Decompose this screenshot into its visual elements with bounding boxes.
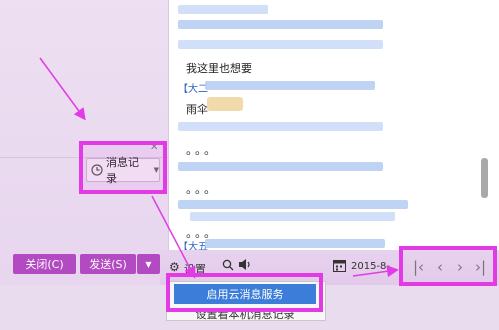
arrow-to-navigation xyxy=(352,265,399,278)
arrow-to-history xyxy=(39,57,86,121)
arrow-to-popup xyxy=(151,195,196,279)
annotation-arrows xyxy=(39,57,399,279)
